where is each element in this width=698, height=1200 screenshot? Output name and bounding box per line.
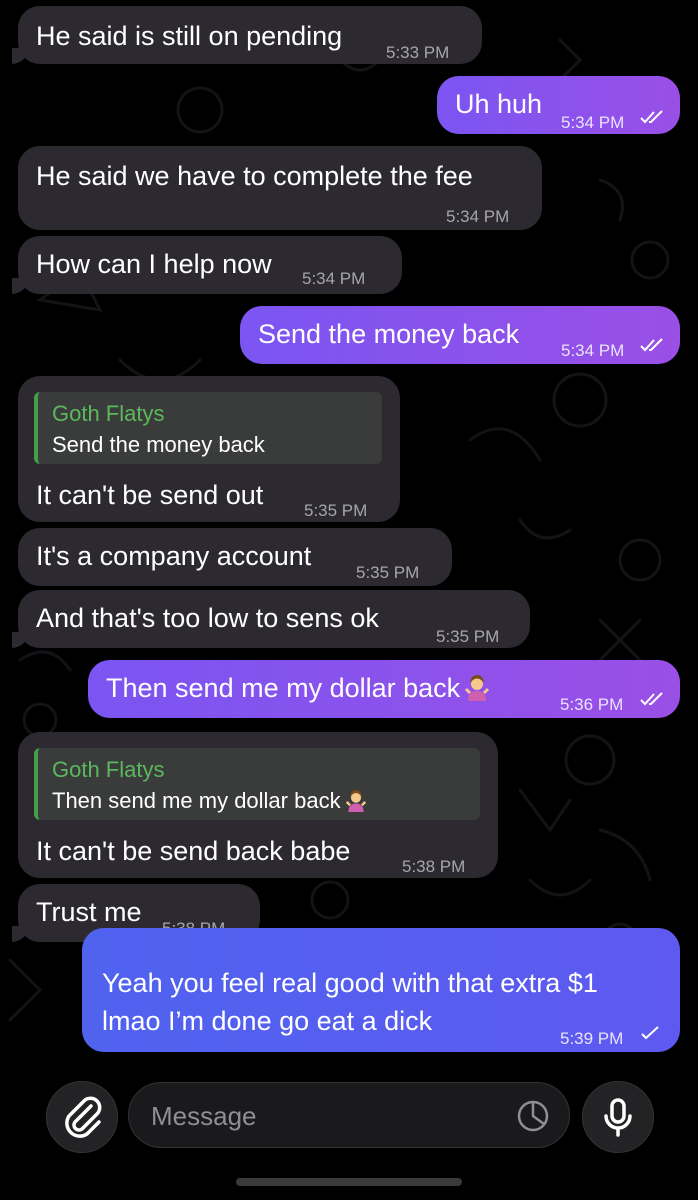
double-check-icon [640,110,663,124]
message-bubble[interactable]: And that's too low to sens ok 5:35 PM [12,590,530,648]
chat-area[interactable]: He said is still on pending 5:33 PM Uh h… [0,0,698,1200]
microphone-icon [604,1098,632,1137]
double-check-icon [640,338,663,352]
message-text: It can't be send out [36,480,264,510]
message-bubble[interactable]: Yeah you feel real good with that extra … [82,928,680,1052]
message-time: 5:39 PM [560,1029,624,1048]
message-time: 5:34 PM [561,341,625,360]
message-time: 5:36 PM [560,695,624,714]
message-text: It's a company account [36,541,312,571]
message-text: And that's too low to sens ok [36,603,379,633]
message-text: He said we have to complete the fee [36,161,473,191]
message-bubble[interactable]: It's a company account 5:35 PM [18,528,452,586]
woman-shrugging-emoji [465,675,490,701]
message-text: Send the money back [258,319,520,349]
message-bubble-with-reply[interactable]: Goth Flatys Then send me my dollar back … [18,732,498,878]
message-time: 5:35 PM [356,563,420,582]
reply-author: Goth Flatys [52,401,165,426]
message-text: He said is still on pending [36,21,343,51]
reply-quote[interactable]: Goth Flatys Send the money back [34,392,382,464]
message-input-container[interactable] [128,1082,570,1148]
message-text-line: Yeah you feel real good with that extra … [102,968,598,998]
single-check-icon [641,1026,659,1040]
home-indicator [236,1178,462,1186]
message-bubble[interactable]: How can I help now 5:34 PM [12,236,402,294]
voice-record-button[interactable] [582,1081,654,1153]
message-time: 5:38 PM [402,857,466,876]
sticker-icon[interactable] [516,1099,550,1133]
message-bubble[interactable]: Uh huh 5:34 PM [437,76,680,134]
woman-shrugging-emoji [345,790,366,812]
message-text: Then send me my dollar back [106,671,490,705]
message-text: Trust me [36,897,142,927]
message-time: 5:35 PM [436,627,500,646]
message-bubble[interactable]: Send the money back 5:34 PM [240,306,680,364]
reply-text: Then send me my dollar back [52,784,367,818]
message-bubble-with-reply[interactable]: Goth Flatys Send the money back It can't… [18,376,400,522]
message-time: 5:34 PM [561,113,625,132]
message-time: 5:35 PM [304,501,368,520]
reply-text: Send the money back [52,432,265,457]
attach-button[interactable] [46,1081,118,1153]
message-time: 5:34 PM [302,269,366,288]
message-text: How can I help now [36,249,272,279]
message-bubble[interactable]: He said is still on pending 5:33 PM [12,6,482,64]
message-text: Uh huh [455,89,543,119]
message-time: 5:33 PM [386,43,450,62]
paperclip-icon [65,1096,102,1138]
message-bubble[interactable]: He said we have to complete the fee 5:34… [18,146,542,230]
message-time: 5:34 PM [446,207,510,226]
reply-quote[interactable]: Goth Flatys Then send me my dollar back [34,748,480,820]
message-bubble[interactable]: Then send me my dollar back 5:36 PM [88,660,680,718]
message-text: It can't be send back babe [36,836,351,866]
reply-author: Goth Flatys [52,757,165,782]
message-text-line: lmao I’m done go eat a dick [102,1006,433,1036]
double-check-icon [640,692,663,706]
message-input[interactable] [149,1097,493,1135]
